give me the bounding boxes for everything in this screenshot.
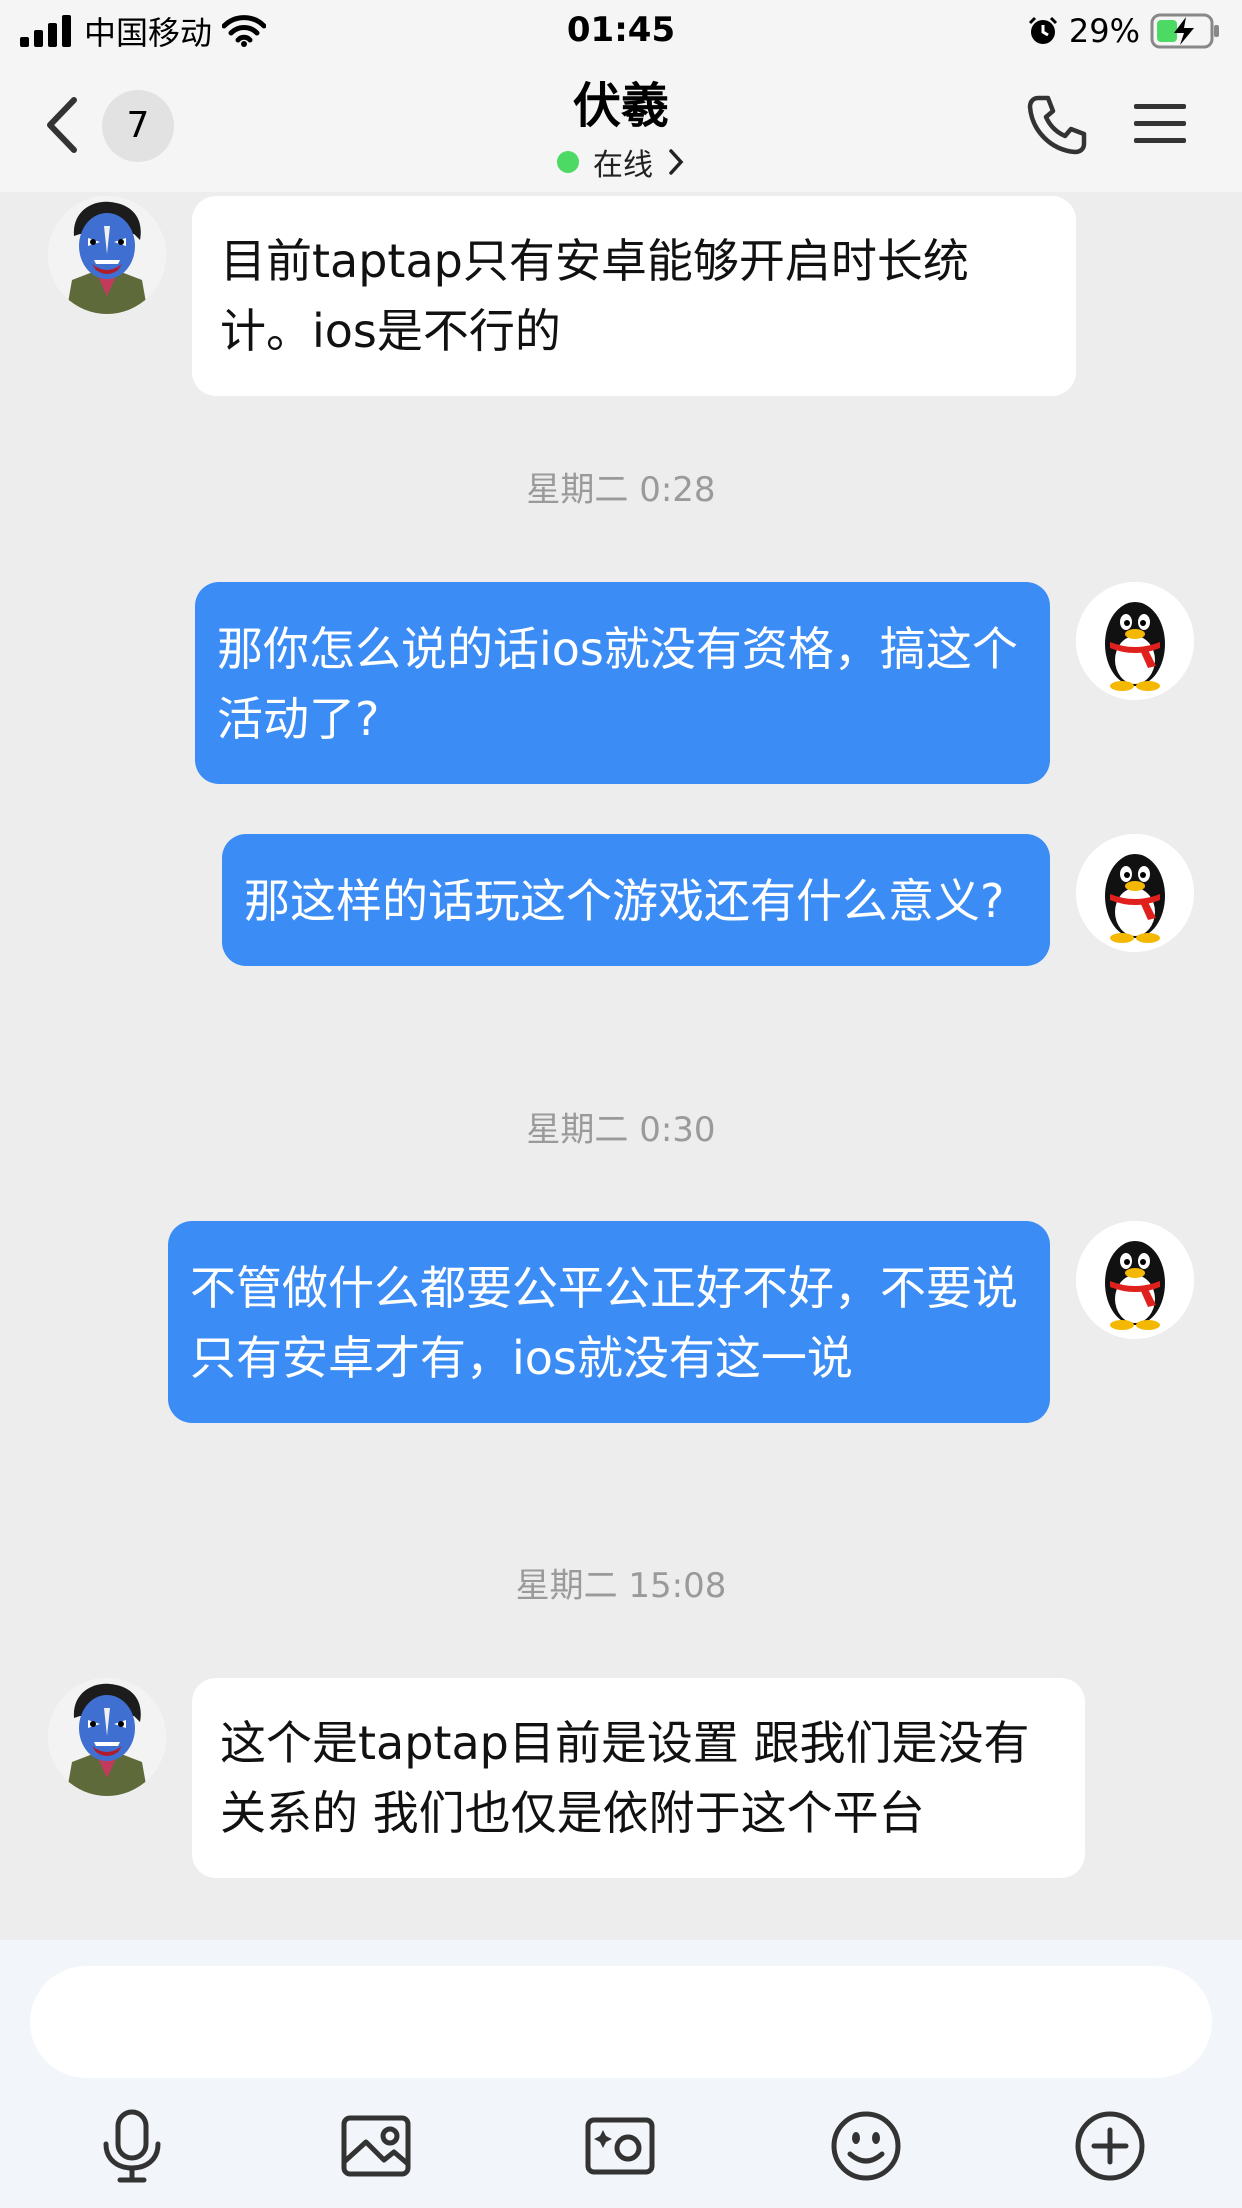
my-avatar[interactable] [1076,582,1194,700]
outgoing-message-bubble[interactable]: 不管做什么都要公平公正好不好，不要说只有安卓才有，ios就没有这一说 [168,1221,1050,1423]
online-status-text: 在线 [593,148,653,183]
message-timestamp: 星期二 0:28 [526,470,716,510]
status-right: 29% [1027,10,1222,52]
opera-mask-avatar-icon [48,1678,166,1796]
outgoing-message-bubble[interactable]: 那这样的话玩这个游戏还有什么意义? [222,834,1050,966]
message-text: 目前taptap只有安卓能够开启时长统计。ios是不行的 [220,234,969,358]
phone-call-icon[interactable] [1024,92,1090,158]
my-avatar[interactable] [1076,834,1194,952]
contact-avatar[interactable] [48,1678,166,1796]
camera-icon[interactable] [580,2106,660,2186]
status-bar: 中国移动 01:45 29% [0,0,1242,62]
message-timestamp: 星期二 0:30 [526,1110,716,1150]
opera-mask-avatar-icon [48,196,166,314]
message-text: 不管做什么都要公平公正好不好，不要说只有安卓才有，ios就没有这一说 [190,1261,1018,1385]
my-avatar[interactable] [1076,1221,1194,1339]
outgoing-message-bubble[interactable]: 那你怎么说的话ios就没有资格，搞这个活动了? [195,582,1050,784]
compose-area [0,1940,1242,2208]
message-text: 那你怎么说的话ios就没有资格，搞这个活动了? [217,622,1018,746]
incoming-message-bubble[interactable]: 这个是taptap目前是设置 跟我们是没有关系的 我们也仅是依附于这个平台 [192,1678,1085,1878]
message-text: 这个是taptap目前是设置 跟我们是没有关系的 我们也仅是依附于这个平台 [220,1716,1030,1840]
online-dot-icon [557,151,579,173]
chat-header: 7 伏羲 在线 [0,62,1242,192]
contact-avatar[interactable] [48,196,166,314]
message-text: 那这样的话玩这个游戏还有什么意义? [244,874,1005,928]
incoming-message-bubble[interactable]: 目前taptap只有安卓能够开启时长统计。ios是不行的 [192,196,1076,396]
plus-icon[interactable] [1070,2106,1150,2186]
alarm-icon [1028,16,1057,44]
qq-penguin-avatar-icon [1076,834,1194,952]
image-icon[interactable] [336,2106,416,2186]
qq-penguin-avatar-icon [1076,1221,1194,1339]
message-input[interactable] [30,1966,1212,2078]
battery-charging-icon [1150,13,1219,49]
battery-percent: 29% [1068,12,1140,50]
microphone-icon[interactable] [92,2106,172,2186]
chevron-right-icon [669,149,684,175]
emoji-icon[interactable] [826,2106,906,2186]
menu-icon[interactable] [1132,96,1188,152]
message-timestamp: 星期二 15:08 [515,1566,727,1606]
qq-penguin-avatar-icon [1076,582,1194,700]
